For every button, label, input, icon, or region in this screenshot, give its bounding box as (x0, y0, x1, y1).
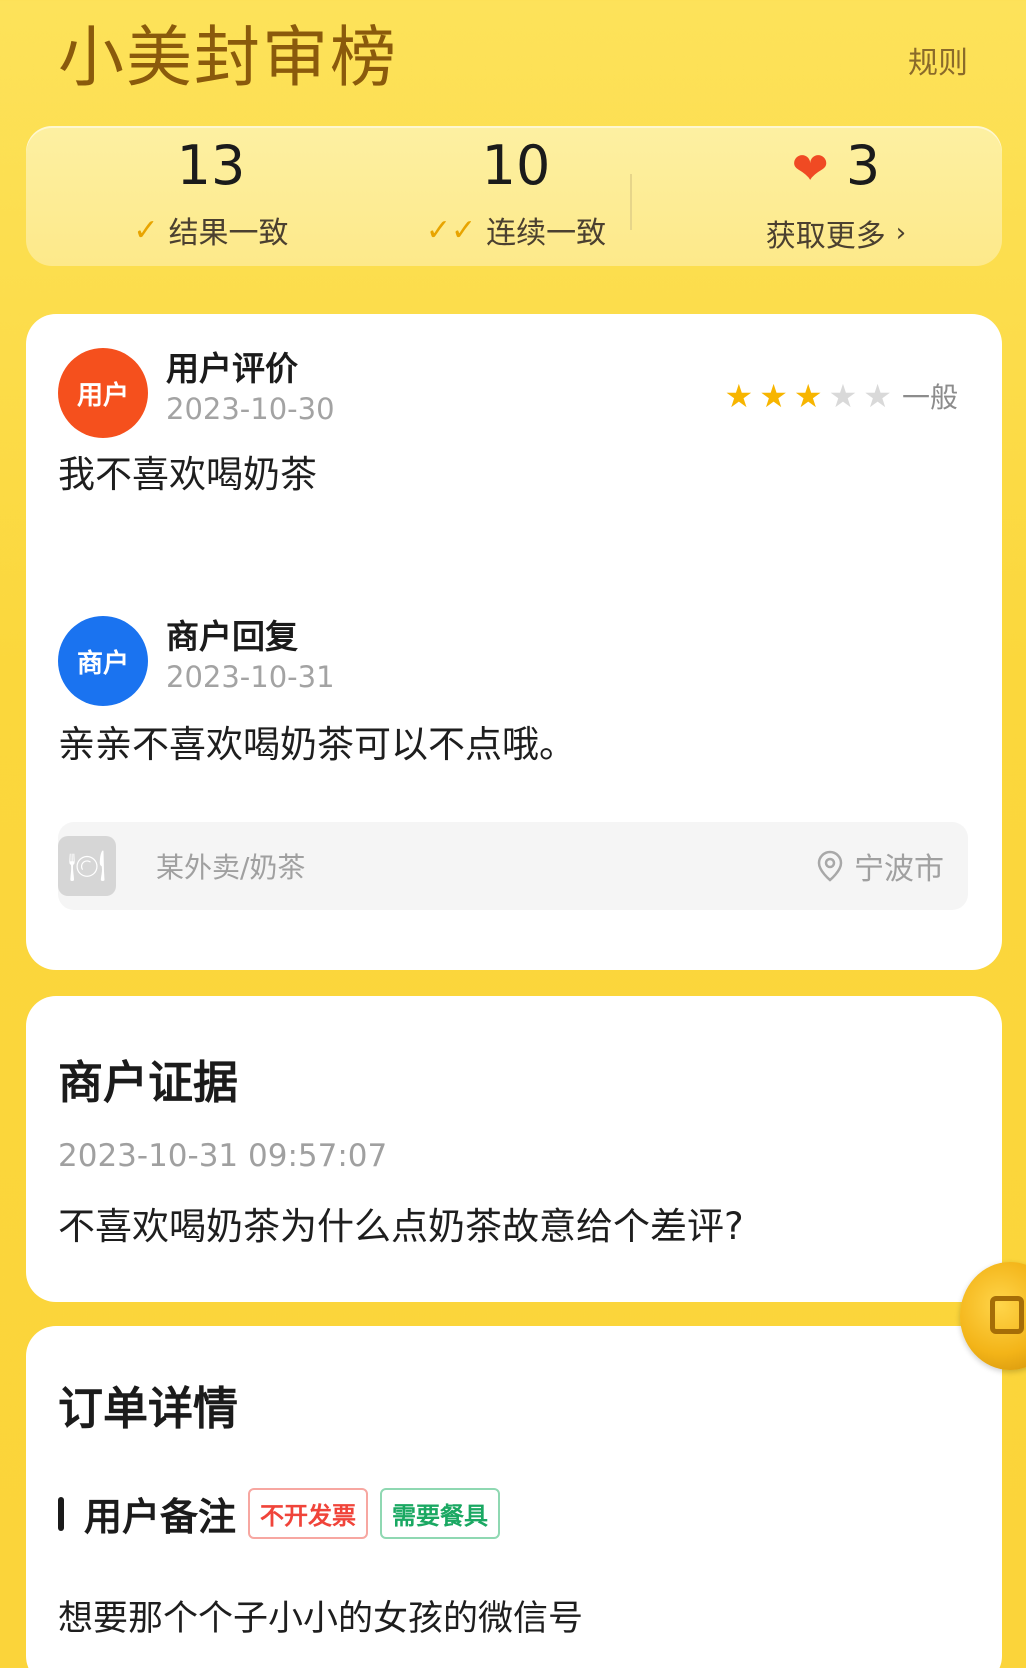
city-name: 宁波市 (854, 852, 944, 887)
heart-count: 3 (845, 134, 881, 197)
stats-panel: 13 ✓ 结果一致 10 ✓✓ 连续一致 ❤ 3 获取更多 › (26, 126, 1002, 266)
merchant-reply-text: 亲亲不喜欢喝奶茶可以不点哦。 (58, 723, 576, 766)
stat-label: 结果一致 (168, 216, 289, 251)
tag-no-invoice: 不开发票 (248, 1488, 369, 1539)
stat-label: 连续一致 (486, 216, 607, 251)
shop-info-bar[interactable]: 🍽 某外卖/奶茶 宁波市 (58, 822, 968, 910)
evidence-title: 商户证据 (58, 1056, 239, 1109)
stat-label-row: ✓ 结果一致 (86, 208, 336, 252)
star-icon: ★ (759, 377, 788, 415)
get-more-link[interactable]: 获取更多 › (706, 211, 966, 255)
review-card: 用户 用户评价 2023-10-30 ★ ★ ★ ★ ★ 一般 我不喜欢喝奶茶 … (26, 314, 1002, 970)
brand-title: 小美封审榜 (58, 19, 398, 96)
double-check-icon: ✓✓ (425, 212, 477, 248)
star-icon: ★ (828, 377, 858, 415)
location: 宁波市 (816, 844, 944, 888)
evidence-card: 商户证据 2023-10-31 09:57:07 不喜欢喝奶茶为什么点奶茶故意给… (26, 996, 1002, 1302)
location-pin-icon (817, 850, 843, 882)
user-note-header: 用户备注 不开发票 需要餐具 (58, 1486, 501, 1541)
user-avatar: 用户 (58, 348, 148, 438)
merchant-reply-title: 商户回复 (166, 617, 298, 656)
evidence-text: 不喜欢喝奶茶为什么点奶茶故意给个差评? (58, 1205, 744, 1248)
rules-link[interactable]: 规则 (908, 38, 968, 82)
stat-label-row: ✓✓ 连续一致 (386, 208, 646, 252)
merchant-reply-date: 2023-10-31 (166, 660, 335, 694)
stat-value: 10 (481, 134, 551, 197)
star-icon: ★ (793, 377, 823, 415)
section-bar (58, 1496, 64, 1531)
user-note-title: 用户备注 (84, 1495, 237, 1539)
user-review-title: 用户评价 (166, 349, 298, 388)
shop-name: 某外卖/奶茶 (156, 851, 306, 884)
evidence-timestamp: 2023-10-31 09:57:07 (58, 1138, 388, 1174)
star-rating: ★ ★ ★ ★ ★ 一般 (725, 376, 958, 416)
order-card: 订单详情 用户备注 不开发票 需要餐具 想要那个个子小小的女孩的微信号 (26, 1326, 1002, 1668)
heart-icon: ❤ (791, 143, 829, 195)
merchant-avatar: 商户 (58, 616, 148, 706)
shop-logo-icon: 🍽 (58, 836, 116, 896)
get-more-label: 获取更多 (765, 219, 886, 255)
check-icon: ✓ (133, 212, 159, 248)
star-icon: ★ (863, 377, 892, 415)
header: 小美封审榜 规则 (0, 0, 1026, 120)
tag-need-utensils: 需要餐具 (380, 1488, 501, 1539)
user-review-date: 2023-10-30 (166, 392, 335, 426)
stat-value: 13 (176, 134, 246, 197)
stat-consistent-result: 13 ✓ 结果一致 (86, 126, 336, 266)
stat-value-row: ❤ 3 (706, 136, 966, 199)
star-icon: ★ (724, 377, 754, 415)
order-title: 订单详情 (58, 1382, 239, 1435)
stats-divider (630, 174, 632, 230)
stat-hearts[interactable]: ❤ 3 获取更多 › (706, 126, 966, 266)
chevron-right-icon: › (895, 218, 907, 249)
user-note-text: 想要那个个子小小的女孩的微信号 (58, 1599, 584, 1639)
rating-label: 一般 (901, 381, 958, 414)
user-review-text: 我不喜欢喝奶茶 (58, 453, 317, 496)
stat-consecutive: 10 ✓✓ 连续一致 (386, 126, 646, 266)
